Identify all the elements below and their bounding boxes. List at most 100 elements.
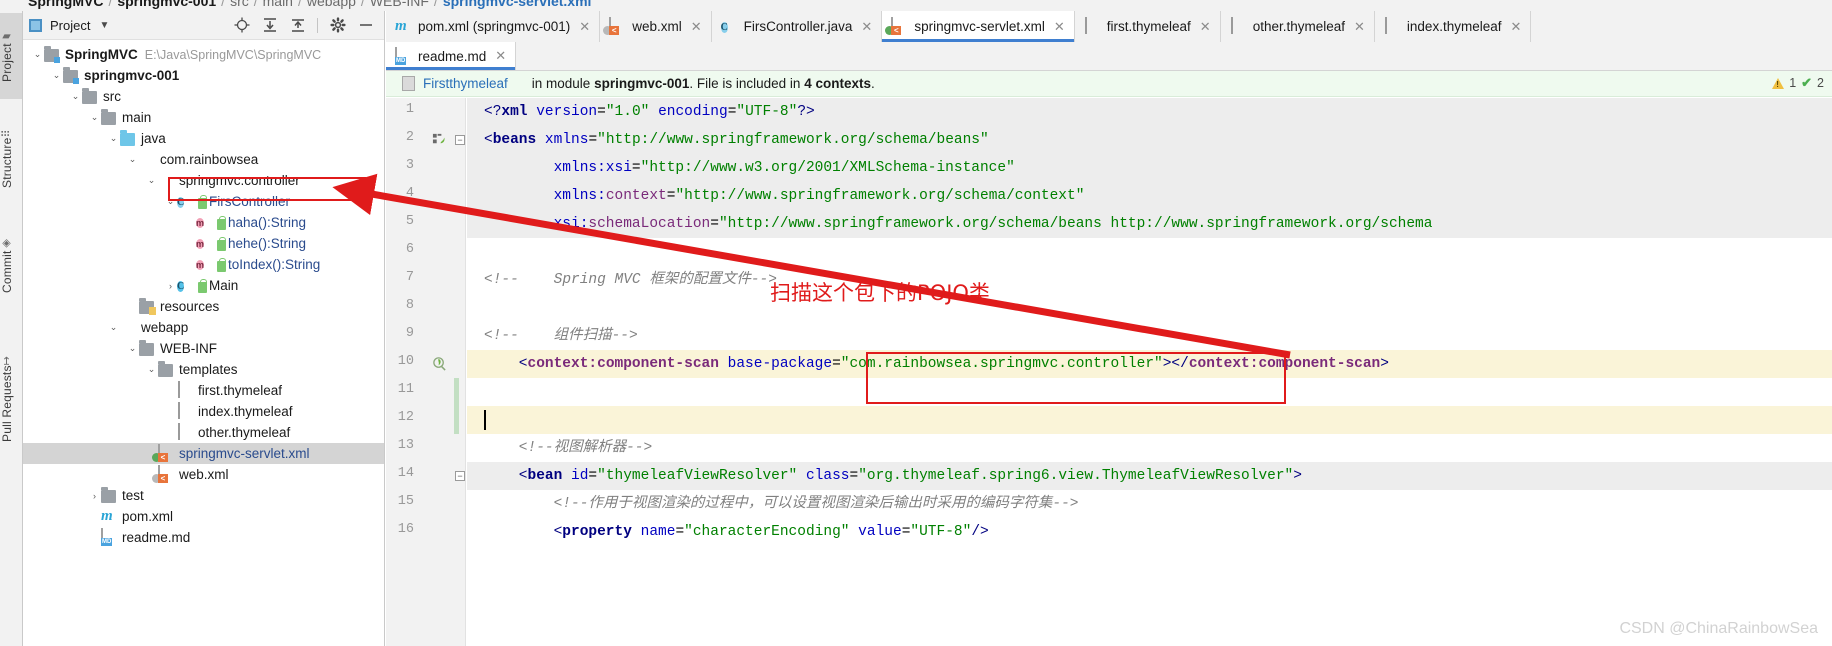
code-line[interactable] bbox=[467, 294, 1832, 322]
close-icon[interactable]: ✕ bbox=[861, 19, 872, 35]
close-icon[interactable]: ✕ bbox=[579, 19, 590, 35]
chevron-down-icon[interactable]: ⌄ bbox=[107, 128, 120, 149]
tool-window-button-project[interactable]: Project▰ bbox=[0, 13, 22, 99]
editor-tab-readme-md[interactable]: readme.md ✕ bbox=[386, 42, 517, 70]
notice-context-link[interactable]: Firstthymeleaf bbox=[423, 76, 508, 91]
tree-node-label: FirsController bbox=[209, 194, 291, 209]
close-icon[interactable]: ✕ bbox=[1200, 19, 1211, 35]
breadcrumb-item-3[interactable]: main bbox=[263, 0, 293, 9]
file-icon bbox=[1230, 17, 1247, 35]
chevron-down-icon[interactable]: ⌄ bbox=[50, 65, 63, 86]
close-icon[interactable]: ✕ bbox=[1354, 19, 1365, 35]
editor-tab-firscontroller-java[interactable]: C FirsController.java ✕ bbox=[711, 11, 883, 42]
tree-node-other-thymeleaf[interactable]: · other.thymeleaf bbox=[23, 422, 384, 443]
locate-icon[interactable] bbox=[233, 17, 250, 34]
chevron-down-icon[interactable]: ⌄ bbox=[69, 86, 82, 107]
tree-node-haha-string[interactable]: ·m haha():String bbox=[23, 212, 384, 233]
code-line[interactable]: xmlns:context="http://www.springframewor… bbox=[467, 182, 1832, 210]
editor-tab-index-thymeleaf[interactable]: index.thymeleaf ✕ bbox=[1374, 11, 1532, 42]
editor-tab-springmvc-servlet-xml[interactable]: springmvc-servlet.xml ✕ bbox=[882, 11, 1075, 42]
settings-gear-icon[interactable] bbox=[329, 17, 346, 34]
editor-tab-pom-xml-springmvc-001-[interactable]: m pom.xml (springmvc-001) ✕ bbox=[386, 11, 601, 42]
tree-node-com-rainbowsea[interactable]: ⌄ com.rainbowsea bbox=[23, 149, 384, 170]
markdown-icon bbox=[395, 46, 412, 65]
chevron-down-icon[interactable]: ⌄ bbox=[164, 191, 177, 212]
tree-node-springmvc-controller[interactable]: ⌄ springmvc.controller bbox=[23, 170, 384, 191]
close-icon[interactable]: ✕ bbox=[691, 19, 702, 35]
close-icon[interactable]: ✕ bbox=[1054, 19, 1065, 35]
breadcrumb-item-1[interactable]: springmvc-001 bbox=[117, 0, 216, 9]
code-line[interactable]: <!-- Spring MVC 框架的配置文件--> bbox=[467, 266, 1832, 294]
collapse-all-icon[interactable] bbox=[289, 17, 306, 34]
public-lock-icon bbox=[217, 236, 226, 251]
tree-node-java[interactable]: ⌄ java bbox=[23, 128, 384, 149]
code-line[interactable] bbox=[467, 238, 1832, 266]
code-line[interactable]: xmlns:xsi="http://www.w3.org/2001/XMLSch… bbox=[467, 154, 1832, 182]
tree-node-webapp[interactable]: ⌄ webapp bbox=[23, 317, 384, 338]
tree-node-springmvc-servlet-xml[interactable]: ·springmvc-servlet.xml bbox=[23, 443, 384, 464]
code-line[interactable]: <?xml version="1.0" encoding="UTF-8"?> bbox=[467, 98, 1832, 126]
chevron-down-icon[interactable]: ⌄ bbox=[145, 170, 158, 191]
project-tree[interactable]: ⌄ SpringMVC E:\Java\SpringMVC\SpringMVC ⌄ sp… bbox=[23, 41, 384, 646]
tool-window-button-structure[interactable]: Structure⠿ bbox=[0, 111, 22, 207]
code-line[interactable]: <!-- 组件扫描--> bbox=[467, 322, 1832, 350]
editor-tab-first-thymeleaf[interactable]: first.thymeleaf ✕ bbox=[1074, 11, 1221, 42]
tool-window-button-pull-requests[interactable]: Pull Requests↦ bbox=[0, 333, 22, 465]
code-line[interactable]: xsi:schemaLocation="http://www.springfra… bbox=[467, 210, 1832, 238]
tree-node-web-xml[interactable]: ·web.xml bbox=[23, 464, 384, 485]
chevron-down-icon[interactable]: ⌄ bbox=[126, 338, 139, 359]
tree-node-label: haha():String bbox=[228, 215, 307, 230]
code-line[interactable]: <!--视图解析器--> bbox=[467, 434, 1832, 462]
breadcrumb-item-4[interactable]: webapp bbox=[307, 0, 356, 9]
tree-node-toindex-string[interactable]: ·m toIndex():String bbox=[23, 254, 384, 275]
tool-window-button-commit[interactable]: Commit◈ bbox=[0, 219, 22, 311]
fold-toggle[interactable]: − bbox=[455, 135, 465, 145]
spring-bean-icon[interactable] bbox=[432, 132, 447, 150]
editor-tab-web-xml[interactable]: web.xml ✕ bbox=[600, 11, 712, 42]
tree-node-main[interactable]: › C Main bbox=[23, 275, 384, 296]
tree-node-springmvc[interactable]: ⌄ SpringMVC E:\Java\SpringMVC\SpringMVC bbox=[23, 44, 384, 65]
chevron-down-icon[interactable]: ⌄ bbox=[145, 359, 158, 380]
folder-icon bbox=[101, 109, 118, 126]
tree-node-templates[interactable]: ⌄ templates bbox=[23, 359, 384, 380]
breadcrumb-item-2[interactable]: src bbox=[230, 0, 249, 9]
tree-node-web-inf[interactable]: ⌄ WEB-INF bbox=[23, 338, 384, 359]
tree-node-pom-xml[interactable]: ·m pom.xml bbox=[23, 506, 384, 527]
tree-node-springmvc-001[interactable]: ⌄ springmvc-001 bbox=[23, 65, 384, 86]
line-number: 3 bbox=[405, 158, 414, 173]
close-icon[interactable]: ✕ bbox=[495, 48, 506, 64]
spring-scan-icon[interactable] bbox=[432, 356, 447, 374]
tree-node-first-thymeleaf[interactable]: · first.thymeleaf bbox=[23, 380, 384, 401]
tree-node-firscontroller[interactable]: ⌄ C FirsController bbox=[23, 191, 384, 212]
hide-panel-icon[interactable] bbox=[357, 17, 374, 34]
expand-all-icon[interactable] bbox=[261, 17, 278, 34]
chevron-down-icon[interactable]: ⌄ bbox=[126, 149, 139, 170]
chevron-down-icon[interactable]: ⌄ bbox=[88, 107, 101, 128]
editor-tab-other-thymeleaf[interactable]: other.thymeleaf ✕ bbox=[1220, 11, 1375, 42]
tree-node-hehe-string[interactable]: ·m hehe():String bbox=[23, 233, 384, 254]
fold-toggle[interactable]: − bbox=[455, 471, 465, 481]
breadcrumb-item-5[interactable]: WEB-INF bbox=[370, 0, 429, 9]
close-icon[interactable]: ✕ bbox=[1510, 19, 1521, 35]
chevron-right-icon[interactable]: › bbox=[88, 485, 101, 506]
tree-node-main[interactable]: ⌄ main bbox=[23, 107, 384, 128]
tree-node-test[interactable]: › test bbox=[23, 485, 384, 506]
code-line[interactable]: <beans xmlns="http://www.springframework… bbox=[467, 126, 1832, 154]
code-line[interactable]: <!--作用于视图渲染的过程中，可以设置视图渲染后输出时采用的编码字符集--> bbox=[467, 490, 1832, 518]
inspection-widget[interactable]: 1 ✔ 2 bbox=[1772, 75, 1824, 91]
chevron-down-icon[interactable]: ⌄ bbox=[31, 44, 44, 65]
breadcrumb-item-0[interactable]: SpringMVC bbox=[28, 0, 103, 9]
code-line[interactable]: <property name="characterEncoding" value… bbox=[467, 518, 1832, 546]
code-line[interactable] bbox=[467, 406, 1832, 434]
chevron-down-icon[interactable]: ▼ bbox=[99, 20, 109, 31]
tree-node-resources[interactable]: · resources bbox=[23, 296, 384, 317]
breadcrumb-separator: / bbox=[221, 0, 226, 9]
code-line[interactable]: <bean id="thymeleafViewResolver" class="… bbox=[467, 462, 1832, 490]
tree-node-index-thymeleaf[interactable]: · index.thymeleaf bbox=[23, 401, 384, 422]
tree-node-readme-md[interactable]: · readme.md bbox=[23, 527, 384, 548]
breadcrumb-item-6[interactable]: springmvc-servlet.xml bbox=[443, 0, 592, 9]
chevron-right-icon[interactable]: › bbox=[164, 275, 177, 296]
tree-node-src[interactable]: ⌄ src bbox=[23, 86, 384, 107]
fold-gutter[interactable]: − − bbox=[454, 98, 466, 646]
chevron-down-icon[interactable]: ⌄ bbox=[107, 317, 120, 338]
